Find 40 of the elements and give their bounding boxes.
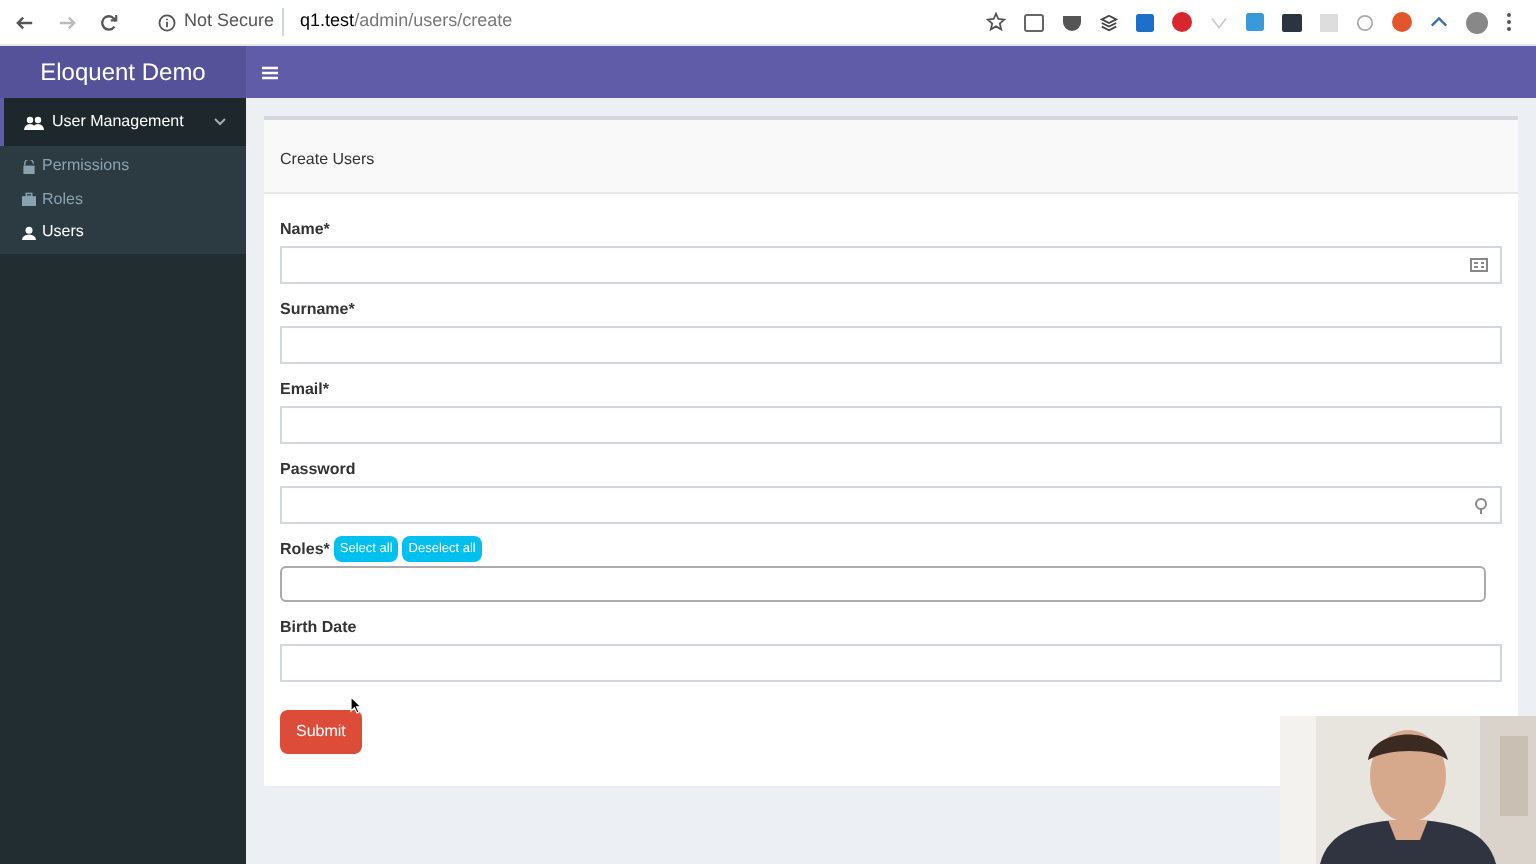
- person-icon: [22, 225, 36, 240]
- field-label: Surname*: [280, 297, 355, 321]
- lock-icon: [22, 159, 36, 174]
- briefcase-icon: [22, 192, 36, 207]
- submit-button[interactable]: Submit: [280, 710, 362, 754]
- field-label: Email*: [280, 377, 329, 401]
- sidebar-item[interactable]: Permissions: [0, 150, 246, 183]
- field-label: Roles*: [280, 537, 330, 561]
- more-icon[interactable]: [1506, 12, 1512, 32]
- select-field[interactable]: [280, 566, 1486, 602]
- back-icon[interactable]: [16, 13, 34, 31]
- layers-icon[interactable]: [1100, 13, 1118, 31]
- cursor-icon: [350, 696, 362, 714]
- menu-icon[interactable]: [262, 65, 278, 79]
- sidebar-item[interactable]: Users: [0, 216, 246, 249]
- chevron-down-icon: [214, 118, 226, 126]
- input-field[interactable]: [280, 486, 1502, 524]
- input-field[interactable]: [280, 326, 1502, 364]
- key-icon[interactable]: [1474, 497, 1488, 513]
- avatar-icon[interactable]: [1466, 11, 1488, 33]
- field-label: Password: [280, 457, 356, 481]
- circle-icon[interactable]: [1356, 13, 1374, 31]
- star-icon[interactable]: [986, 12, 1006, 32]
- security-label: Not Secure: [184, 8, 285, 36]
- info-icon[interactable]: [158, 13, 176, 31]
- input-field[interactable]: [280, 644, 1502, 682]
- reload-icon[interactable]: [100, 13, 118, 31]
- forward-icon[interactable]: [58, 13, 76, 31]
- field-label: Name*: [280, 217, 330, 241]
- sidebar-item[interactable]: Roles: [0, 183, 246, 216]
- panel-title: Create Users: [280, 150, 375, 168]
- sidebar-group[interactable]: User Management: [0, 98, 246, 146]
- field-label: Birth Date: [280, 615, 357, 639]
- users-icon: [24, 115, 44, 129]
- address-bar[interactable]: q1.test/admin/users/create: [292, 8, 513, 36]
- app-title[interactable]: Eloquent Demo: [0, 46, 246, 98]
- input-field[interactable]: [280, 406, 1502, 444]
- contact-card-icon[interactable]: [1470, 258, 1488, 272]
- caret-icon[interactable]: [1430, 16, 1448, 28]
- input-field[interactable]: [280, 246, 1502, 284]
